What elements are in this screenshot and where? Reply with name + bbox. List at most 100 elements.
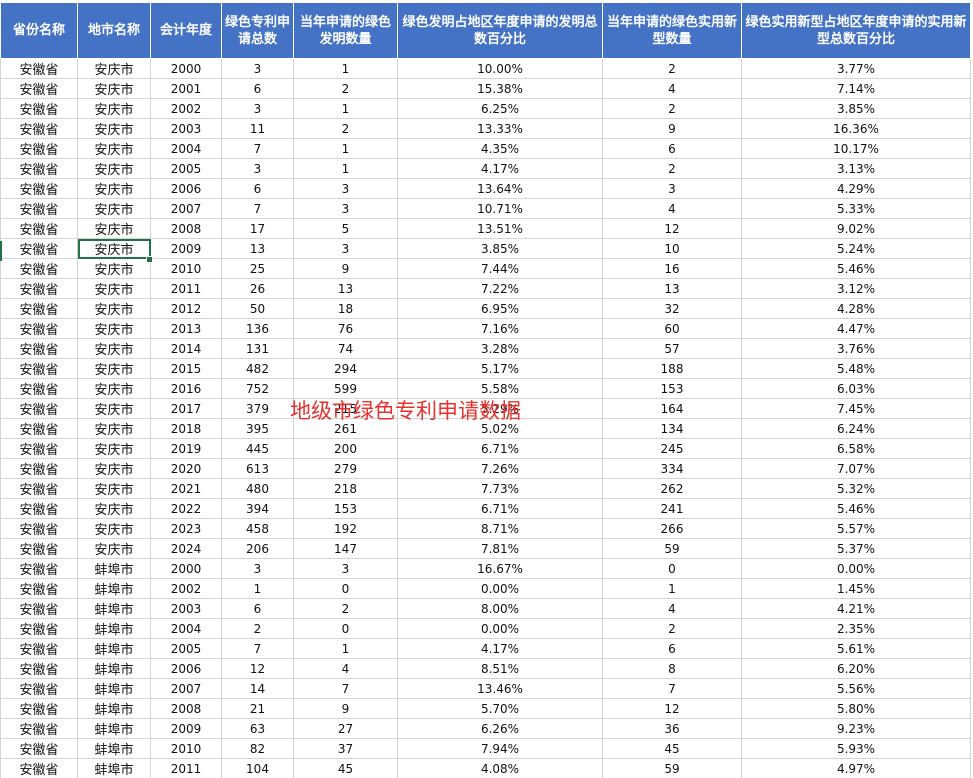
table-cell[interactable]: 安徽省 — [0, 658, 78, 679]
table-cell[interactable]: 4.47% — [741, 318, 971, 339]
table-cell[interactable]: 安徽省 — [0, 758, 78, 778]
table-cell[interactable]: 2007 — [150, 198, 222, 219]
table-cell[interactable]: 262 — [602, 478, 742, 499]
table-cell[interactable]: 15.38% — [397, 78, 603, 99]
table-cell[interactable]: 5.61% — [741, 638, 971, 659]
table-cell[interactable]: 7.14% — [741, 78, 971, 99]
table-cell[interactable]: 0 — [293, 578, 398, 599]
table-cell[interactable]: 445 — [221, 438, 294, 459]
table-cell[interactable]: 7 — [221, 138, 294, 159]
table-cell[interactable]: 2 — [602, 98, 742, 119]
table-cell[interactable]: 5.48% — [741, 358, 971, 379]
table-cell[interactable]: 17 — [221, 218, 294, 239]
table-cell[interactable]: 5.93% — [741, 738, 971, 759]
table-cell[interactable]: 192 — [293, 518, 398, 539]
table-cell[interactable]: 安徽省 — [0, 718, 78, 739]
table-cell[interactable]: 6.95% — [397, 298, 603, 319]
table-cell[interactable]: 7.81% — [397, 538, 603, 559]
table-cell[interactable]: 蚌埠市 — [77, 598, 151, 619]
table-cell[interactable]: 7 — [221, 638, 294, 659]
table-cell[interactable]: 4.35% — [397, 138, 603, 159]
table-cell[interactable]: 安庆市 — [77, 478, 151, 499]
table-cell[interactable]: 2016 — [150, 378, 222, 399]
table-cell[interactable]: 3 — [293, 198, 398, 219]
table-cell[interactable]: 安庆市 — [77, 438, 151, 459]
table-cell[interactable]: 安徽省 — [0, 278, 78, 299]
table-cell[interactable]: 安庆市 — [77, 318, 151, 339]
table-cell[interactable]: 206 — [221, 538, 294, 559]
table-cell[interactable]: 4 — [602, 78, 742, 99]
column-header[interactable]: 绿色专利申请总数 — [221, 2, 294, 59]
table-cell[interactable]: 安徽省 — [0, 178, 78, 199]
table-cell[interactable]: 安徽省 — [0, 218, 78, 239]
table-cell[interactable]: 5.32% — [741, 478, 971, 499]
table-cell[interactable]: 2022 — [150, 498, 222, 519]
table-cell[interactable]: 安徽省 — [0, 618, 78, 639]
table-cell[interactable]: 蚌埠市 — [77, 638, 151, 659]
table-cell[interactable]: 13 — [293, 278, 398, 299]
column-header[interactable]: 当年申请的绿色发明数量 — [293, 2, 398, 59]
table-cell[interactable]: 安徽省 — [0, 458, 78, 479]
table-cell[interactable]: 2009 — [150, 718, 222, 739]
table-cell[interactable]: 7 — [221, 198, 294, 219]
table-cell[interactable]: 安徽省 — [0, 418, 78, 439]
table-cell[interactable]: 安庆市 — [77, 338, 151, 359]
table-cell[interactable]: 3.77% — [741, 58, 971, 79]
table-cell[interactable]: 9.23% — [741, 718, 971, 739]
table-cell[interactable]: 4 — [293, 658, 398, 679]
table-cell[interactable]: 1 — [602, 578, 742, 599]
table-cell[interactable]: 334 — [602, 458, 742, 479]
table-cell[interactable]: 安徽省 — [0, 158, 78, 179]
table-cell[interactable]: 2 — [221, 618, 294, 639]
table-cell[interactable]: 6.20% — [741, 658, 971, 679]
table-cell[interactable]: 安徽省 — [0, 438, 78, 459]
table-cell[interactable]: 13.51% — [397, 218, 603, 239]
table-cell[interactable]: 安庆市 — [77, 218, 151, 239]
table-cell[interactable]: 安庆市 — [77, 158, 151, 179]
table-cell[interactable]: 45 — [293, 758, 398, 778]
table-cell[interactable]: 59 — [602, 538, 742, 559]
table-cell[interactable]: 蚌埠市 — [77, 618, 151, 639]
table-cell[interactable]: 218 — [293, 478, 398, 499]
table-cell[interactable]: 安庆市 — [77, 138, 151, 159]
table-cell[interactable]: 0.00% — [741, 558, 971, 579]
table-cell[interactable]: 安庆市 — [77, 118, 151, 139]
table-cell[interactable]: 安徽省 — [0, 538, 78, 559]
table-cell[interactable]: 2.35% — [741, 618, 971, 639]
table-cell[interactable]: 7.44% — [397, 258, 603, 279]
table-cell[interactable]: 12 — [602, 698, 742, 719]
table-cell[interactable]: 6.71% — [397, 498, 603, 519]
table-cell[interactable]: 379 — [221, 398, 294, 419]
table-cell[interactable]: 安庆市 — [77, 538, 151, 559]
table-cell[interactable]: 2 — [602, 158, 742, 179]
table-cell[interactable]: 安庆市 — [77, 498, 151, 519]
table-cell[interactable]: 2020 — [150, 458, 222, 479]
table-cell[interactable]: 2008 — [150, 218, 222, 239]
table-cell[interactable]: 2006 — [150, 178, 222, 199]
table-cell[interactable]: 3 — [293, 178, 398, 199]
table-cell[interactable]: 7.73% — [397, 478, 603, 499]
selected-cell[interactable]: 安庆市 — [77, 238, 151, 259]
table-cell[interactable]: 2008 — [150, 698, 222, 719]
table-cell[interactable]: 59 — [602, 758, 742, 778]
table-cell[interactable]: 7 — [293, 678, 398, 699]
table-cell[interactable]: 5.80% — [741, 698, 971, 719]
table-cell[interactable]: 3 — [293, 238, 398, 259]
table-cell[interactable]: 安徽省 — [0, 118, 78, 139]
table-cell[interactable]: 5.29% — [397, 398, 603, 419]
table-cell[interactable]: 4.21% — [741, 598, 971, 619]
table-cell[interactable]: 安徽省 — [0, 378, 78, 399]
table-cell[interactable]: 3 — [221, 58, 294, 79]
table-cell[interactable]: 5.57% — [741, 518, 971, 539]
table-cell[interactable]: 6 — [221, 598, 294, 619]
table-cell[interactable]: 2011 — [150, 278, 222, 299]
table-cell[interactable]: 16.67% — [397, 558, 603, 579]
table-cell[interactable]: 2011 — [150, 758, 222, 778]
table-cell[interactable]: 153 — [602, 378, 742, 399]
table-cell[interactable]: 10.17% — [741, 138, 971, 159]
table-cell[interactable]: 3.85% — [397, 238, 603, 259]
table-cell[interactable]: 安庆市 — [77, 278, 151, 299]
table-cell[interactable]: 安徽省 — [0, 78, 78, 99]
table-cell[interactable]: 安庆市 — [77, 198, 151, 219]
table-cell[interactable]: 279 — [293, 458, 398, 479]
